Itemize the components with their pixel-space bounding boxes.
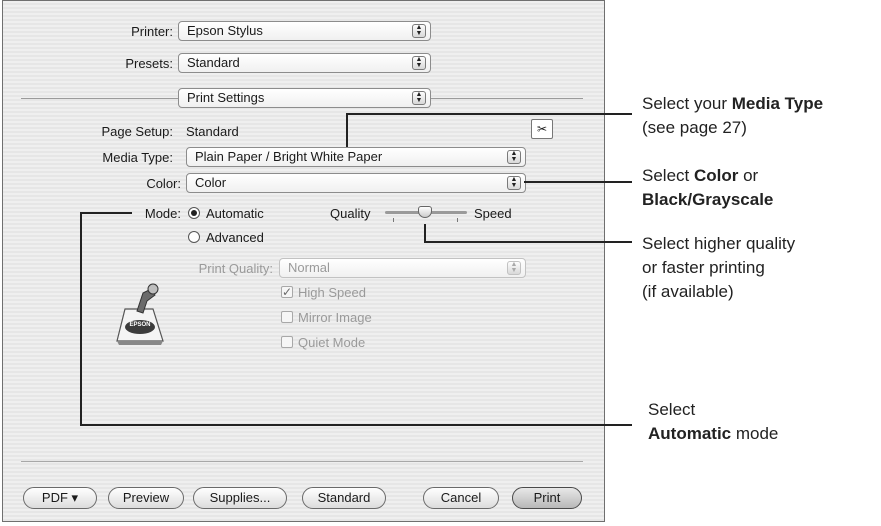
media-callout-line-vertical: [346, 113, 348, 147]
auto-callout-post: mode: [731, 424, 779, 443]
pane-separator-left: [21, 98, 178, 99]
quality-label: Quality: [330, 206, 371, 221]
epson-logo-text: EPSON: [129, 322, 151, 328]
color-callout-post: or: [738, 166, 759, 185]
mirror-image-label: Mirror Image: [298, 310, 372, 325]
supplies-button[interactable]: Supplies...: [193, 487, 287, 509]
high-speed-label: High Speed: [298, 285, 366, 300]
utility-icon[interactable]: ✂: [531, 119, 553, 139]
presets-label: Presets:: [125, 56, 173, 71]
mirror-image-checkbox[interactable]: [281, 311, 293, 323]
page-setup-value: Standard: [186, 124, 239, 139]
media-type-popup[interactable]: Plain Paper / Bright White Paper ▲ ▼: [186, 147, 526, 167]
printer-popup[interactable]: Epson Stylus ▲ ▼: [178, 21, 431, 41]
presets-value: Standard: [187, 55, 240, 70]
pane-separator-right: [431, 98, 583, 99]
quiet-mode-checkbox[interactable]: [281, 336, 293, 348]
color-callout-line2: Black/Grayscale: [642, 190, 774, 209]
mode-automatic-label: Automatic: [206, 206, 264, 221]
pane-value: Print Settings: [187, 90, 265, 105]
page-setup-label: Page Setup:: [101, 124, 173, 139]
pdf-button[interactable]: PDF ▾: [23, 487, 97, 509]
color-value: Color: [195, 175, 227, 190]
auto-callout-line1: Select: [648, 400, 696, 419]
quiet-mode-label: Quiet Mode: [298, 335, 366, 350]
bottom-separator: [21, 461, 583, 462]
media-type-value: Plain Paper / Bright White Paper: [195, 149, 383, 164]
popup-arrows-icon: ▲ ▼: [412, 24, 426, 38]
automatic-callout: Select Automatic mode: [648, 398, 778, 446]
printer-value: Epson Stylus: [187, 23, 263, 38]
popup-arrows-icon: ▲ ▼: [412, 56, 426, 70]
mode-automatic-radio[interactable]: [188, 207, 200, 219]
media-type-callout: Select your Media Type (see page 27): [642, 92, 823, 140]
color-callout-line: [524, 181, 632, 183]
color-callout-bold: Color: [693, 166, 739, 185]
popup-arrows-icon: ▲ ▼: [412, 91, 426, 105]
high-speed-checkbox[interactable]: ✓: [281, 286, 293, 298]
quality-callout: Select higher quality or faster printing…: [642, 232, 795, 304]
slider-thumb[interactable]: [418, 206, 432, 218]
pane-popup[interactable]: Print Settings ▲ ▼: [178, 88, 431, 108]
popup-arrows-icon: ▲ ▼: [507, 176, 521, 190]
color-callout: Select Color or Black/Grayscale: [642, 164, 773, 212]
color-label: Color:: [146, 176, 181, 191]
print-quality-value: Normal: [288, 260, 330, 275]
presets-popup[interactable]: Standard ▲ ▼: [178, 53, 431, 73]
print-button[interactable]: Print: [512, 487, 582, 509]
media-callout-line-horizontal: [346, 113, 632, 115]
quality-speed-slider[interactable]: [385, 206, 467, 224]
quality-callout-line-vertical: [424, 224, 426, 242]
auto-callout-line-vertical: [80, 212, 82, 426]
popup-arrows-icon: ▲ ▼: [507, 150, 521, 164]
popup-arrows-icon: ▲ ▼: [507, 261, 521, 275]
preview-button[interactable]: Preview: [108, 487, 184, 509]
quality-callout-line3: (if available): [642, 282, 734, 301]
speed-label: Speed: [474, 206, 512, 221]
quality-callout-line1: Select higher quality: [642, 234, 796, 253]
slider-tick-right: [457, 218, 458, 222]
media-callout-bold: Media Type: [731, 94, 824, 113]
epson-illustration-icon: [116, 283, 164, 345]
slider-tick-left: [393, 218, 394, 222]
quality-callout-line2: or faster printing: [642, 258, 765, 277]
media-type-label: Media Type:: [102, 150, 173, 165]
print-quality-popup[interactable]: Normal ▲ ▼: [279, 258, 526, 278]
quality-callout-line-horizontal: [424, 241, 632, 243]
mode-advanced-radio[interactable]: [188, 231, 200, 243]
mode-advanced-label: Advanced: [206, 230, 264, 245]
print-dialog: Printer: Epson Stylus ▲ ▼ Presets: Standa…: [2, 0, 605, 522]
print-quality-label: Print Quality:: [198, 261, 273, 276]
standard-button[interactable]: Standard: [302, 487, 386, 509]
cancel-button[interactable]: Cancel: [423, 487, 499, 509]
printer-label: Printer:: [131, 24, 173, 39]
color-popup[interactable]: Color ▲ ▼: [186, 173, 526, 193]
media-callout-line2: (see page 27): [642, 118, 747, 137]
epson-printer-logo: EPSON: [111, 281, 173, 347]
auto-callout-line-top: [80, 212, 132, 214]
media-callout-pre: Select your: [642, 94, 732, 113]
auto-callout-line-bottom: [80, 424, 632, 426]
auto-callout-bold: Automatic: [648, 424, 732, 443]
color-callout-pre: Select: [642, 166, 694, 185]
